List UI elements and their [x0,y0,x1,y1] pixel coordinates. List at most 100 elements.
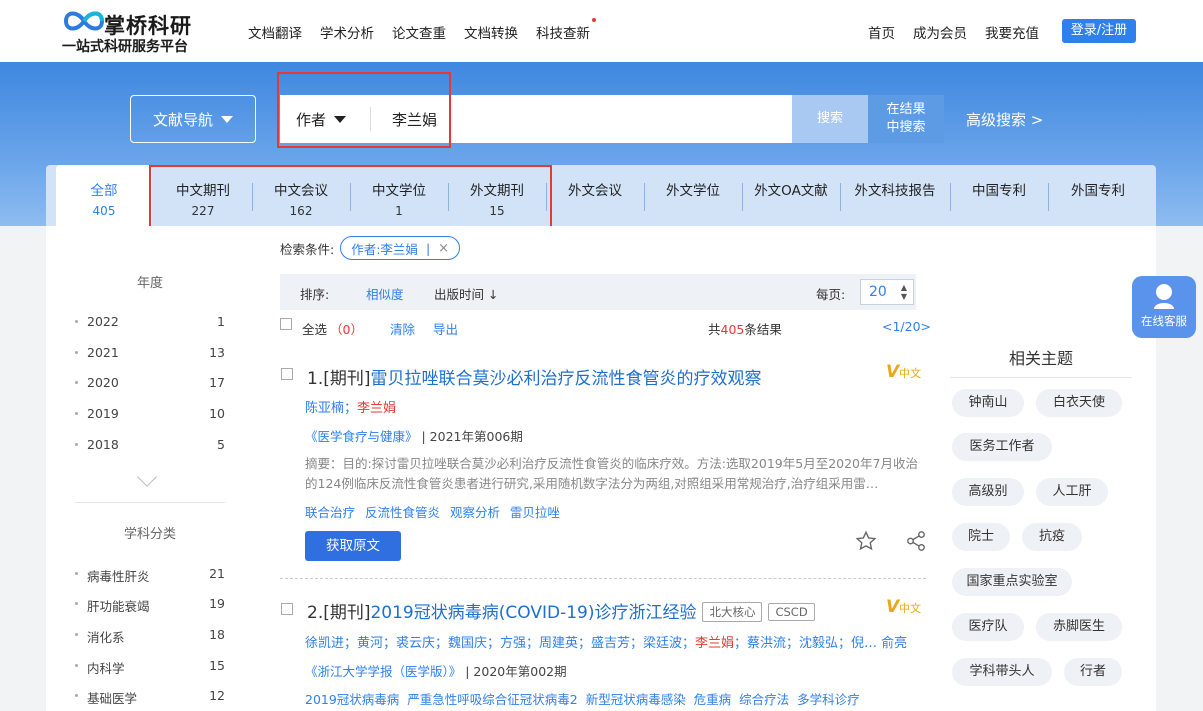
star-icon[interactable] [855,530,877,552]
result-authors[interactable]: 陈亚楠；李兰娟 [305,397,396,416]
related-tag[interactable]: 白衣天使 [1036,389,1122,417]
advanced-search-link[interactable]: 高级搜索 > [966,109,1043,130]
highlighted-author: 李兰娟 [695,636,735,651]
nav-membership[interactable]: 成为会员 [913,22,967,42]
condition-chip-separator: | [425,240,431,256]
per-page-select[interactable]: 20 ▲ ▼ [860,279,914,305]
bullet-icon [75,664,78,667]
bullet-icon [75,351,78,354]
result-source[interactable]: 《浙江大学学报（医学版）》 | 2020年第002期 [305,661,567,680]
chinese-source-badge: V中文 [886,597,921,617]
result-authors[interactable]: 徐凯进；黄河；裘云庆；魏国庆；方强；周建英；盛吉芳；梁廷波；李兰娟；蔡洪流；沈毅… [305,632,907,651]
tab-foreign-patent[interactable]: 外国专利 [1048,165,1148,226]
tab-label: 外文科技报告 [854,183,936,199]
facet-year-item[interactable]: 2021 13 [75,343,225,363]
related-tag[interactable]: 钟南山 [952,389,1024,417]
search-button[interactable]: 搜索 [792,95,868,143]
facet-year-item[interactable]: 2018 5 [75,435,225,455]
result-title: 雷贝拉唑联合莫沙必利治疗反流性食管炎的疗效观察 [370,369,762,389]
related-tag[interactable]: 医务工作者 [952,433,1052,461]
facet-count: 5 [217,437,225,452]
tab-all[interactable]: 全部 405 [56,165,152,226]
result-checkbox[interactable] [281,603,293,615]
result-keywords[interactable]: 联合治疗 反流性食管炎 观察分析 雷贝拉唑 [305,502,560,521]
source-name: 《医学食疗与健康》 [305,429,418,444]
facet-count: 21 [209,566,225,581]
search-within-button[interactable]: 在结果 中搜索 [868,95,944,143]
related-tag[interactable]: 医疗队 [952,613,1024,641]
nav-plagiarism-check[interactable]: 论文查重 [392,22,446,42]
facet-year-title: 年度 [136,276,163,291]
related-tag[interactable]: 赤脚医生 [1036,613,1122,641]
literature-nav-dropdown[interactable]: 文献导航 [130,95,256,143]
export-button[interactable]: 导出 [433,319,458,338]
related-tag[interactable]: 学科带头人 [952,658,1052,686]
condition-chip-text: 作者:李兰娟 [351,241,418,257]
bullet-icon [75,443,78,446]
per-page-value: 20 [869,284,887,300]
tab-foreign-thesis[interactable]: 外文学位 [644,165,742,226]
facet-subject-item[interactable]: 消化系 18 [75,625,225,645]
related-tag[interactable]: 国家重点实验室 [952,568,1072,596]
sort-date-label: 出版时间 [434,287,485,302]
facet-year-item[interactable]: 2022 1 [75,312,225,332]
select-all-label[interactable]: 全选 [302,319,327,338]
tab-label: 外国专利 [1071,183,1125,199]
nav-novelty-search[interactable]: 科技查新 [536,18,596,42]
logo[interactable]: 掌桥科研 一站式科研服务平台 [62,8,212,56]
facet-label: 2020 [87,375,119,390]
facet-subject-item[interactable]: 肝功能衰竭 19 [75,594,225,614]
highlighted-author: 李兰娟 [357,401,397,416]
sort-date[interactable]: 出版时间 ↓ [434,284,498,303]
tab-foreign-tech-report[interactable]: 外文科技报告 [840,165,950,226]
tab-label: 中国专利 [972,183,1026,199]
v-icon: V [886,362,900,382]
logo-infinity-icon [63,11,105,31]
selected-count: （0） [330,322,363,337]
source-issue: | 2020年第002期 [465,664,567,679]
login-button[interactable]: 登录/注册 [1062,19,1136,43]
tab-label: 外文学位 [666,183,720,199]
close-icon[interactable]: × [438,241,449,256]
tab-foreign-oa[interactable]: 外文OA文献 [742,165,840,226]
condition-chip[interactable]: 作者:李兰娟 | × [340,236,461,260]
total-count: 405 [720,322,745,337]
result-checkbox[interactable] [281,368,293,380]
facet-year-item[interactable]: 2020 17 [75,373,225,393]
nav-home[interactable]: 首页 [868,22,895,42]
nav-translate[interactable]: 文档翻译 [248,22,302,42]
authors-before: 陈亚楠； [305,401,358,416]
facet-subject-item[interactable]: 基础医学 12 [75,686,225,706]
facet-subject-title: 学科分类 [123,527,176,542]
main-nav: 文档翻译 学术分析 论文查重 文档转换 科技查新 [248,18,596,42]
clear-button[interactable]: 清除 [390,319,415,338]
related-tag[interactable]: 抗疫 [1022,523,1082,551]
select-all-checkbox[interactable] [280,318,292,330]
facet-year-item[interactable]: 2019 10 [75,404,225,424]
related-tag[interactable]: 行者 [1064,658,1122,686]
tab-foreign-conference[interactable]: 外文会议 [546,165,644,226]
share-icon[interactable] [905,530,927,552]
result-title-link[interactable]: 2.[期刊]2019冠状病毒病(COVID-19)诊疗浙江经验 北大核心 CSCD [307,598,815,623]
related-tag[interactable]: 高级别 [952,478,1024,506]
result-source[interactable]: 《医学食疗与健康》 | 2021年第006期 [305,426,523,445]
nav-analysis[interactable]: 学术分析 [320,22,374,42]
brand-tagline: 一站式科研服务平台 [62,39,188,55]
result-title-link[interactable]: 1.[期刊]雷贝拉唑联合莫沙必利治疗反流性食管炎的疗效观察 [307,364,761,389]
online-service-button[interactable]: 在线客服 [1132,276,1196,338]
facet-subject-item[interactable]: 内科学 15 [75,656,225,676]
tab-label: 外文OA文献 [754,183,828,199]
cscd-tag: CSCD [768,603,815,621]
sort-relevance[interactable]: 相似度 [366,284,404,303]
related-tag[interactable]: 人工肝 [1036,478,1108,506]
nav-recharge[interactable]: 我要充值 [985,22,1039,42]
badge-text: 中文 [899,602,922,615]
nav-doc-convert[interactable]: 文档转换 [464,22,518,42]
pager[interactable]: <1/20> [882,319,931,334]
result-keywords[interactable]: 2019冠状病毒病 严重急性呼吸综合征冠状病毒2 新型冠状病毒感染 危重病 综合… [305,689,860,708]
bullet-icon [75,572,78,575]
tab-cn-patent[interactable]: 中国专利 [950,165,1048,226]
related-tag[interactable]: 院士 [952,523,1010,551]
get-fulltext-button[interactable]: 获取原文 [305,531,401,561]
facet-subject-item[interactable]: 病毒性肝炎 21 [75,564,225,584]
